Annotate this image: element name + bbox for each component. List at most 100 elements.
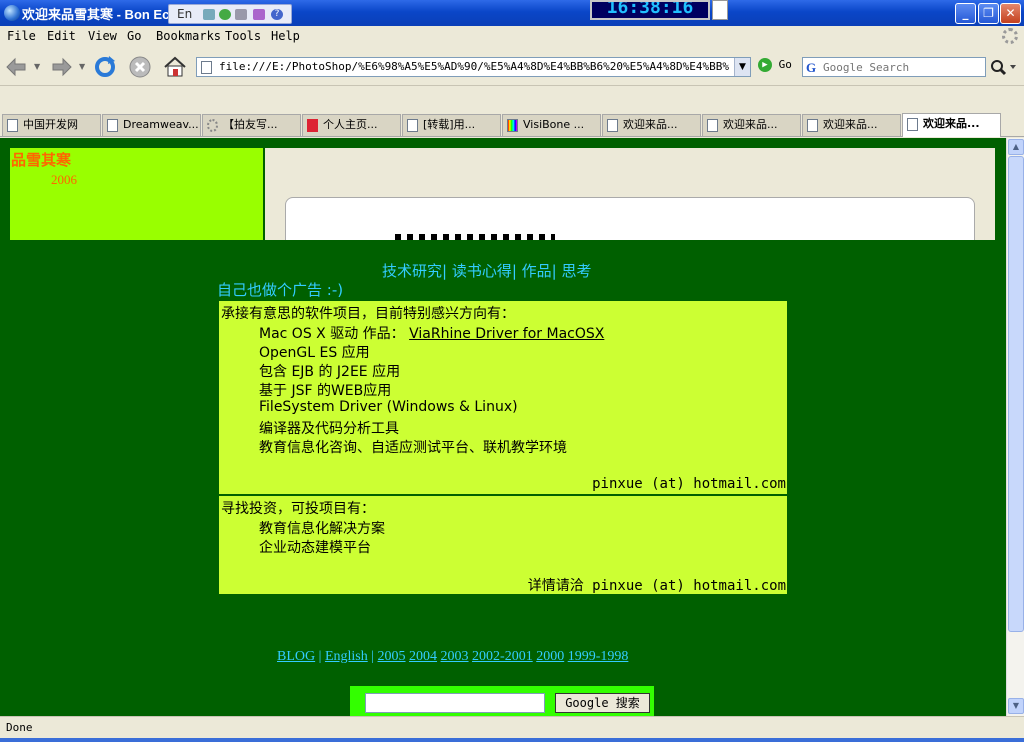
tab-3[interactable]: 【拍友写... <box>202 114 301 136</box>
go-arrow-icon: ▶ <box>758 58 772 72</box>
document-icon <box>107 119 118 132</box>
tab-4[interactable]: 个人主页... <box>302 114 401 136</box>
menu-bookmarks[interactable]: Bookmarks <box>156 29 221 43</box>
services-line: 教育信息化咨询、自适应测试平台、联机教学环境 <box>259 440 567 456</box>
stop-button[interactable] <box>127 54 153 80</box>
menu-tools[interactable]: Tools <box>225 29 261 43</box>
tab-5[interactable]: [转载]用... <box>402 114 501 136</box>
services-box: 承接有意思的软件项目，目前特别感兴方向有： Mac OS X 驱动 作品： Vi… <box>219 301 787 494</box>
site-name: 品雪其寒 <box>11 151 72 169</box>
back-dropdown-icon[interactable]: ▼ <box>34 62 40 71</box>
menu-go[interactable]: Go <box>127 29 141 43</box>
scroll-thumb[interactable] <box>1008 156 1024 632</box>
bookmarks-toolbar <box>0 87 1024 111</box>
page-document-icon <box>201 61 212 74</box>
ime-language-label[interactable]: En <box>177 7 192 21</box>
clock-handle[interactable] <box>712 0 728 20</box>
forward-arrow-icon <box>52 57 72 77</box>
tab-9[interactable]: 欢迎来品... <box>802 114 901 136</box>
close-window-button[interactable]: ✕ <box>1000 3 1021 24</box>
tab-10-active[interactable]: 欢迎来品... <box>902 113 1001 137</box>
document-icon <box>407 119 418 132</box>
ad-heading: 自己也做个广告 :-) <box>217 281 344 299</box>
back-arrow-icon <box>6 57 26 77</box>
ime-toolbar[interactable]: En ? <box>168 4 292 24</box>
google-search-button[interactable]: Google 搜索 <box>555 693 650 713</box>
url-input[interactable]: file:///E:/PhotoShop/%E6%98%A5%E5%AD%90/… <box>219 60 729 73</box>
menu-bar: File Edit View Go Bookmarks Tools Help <box>0 26 1024 48</box>
google-engine-icon[interactable]: G <box>806 60 816 76</box>
ime-menu-icon[interactable] <box>253 9 265 20</box>
url-bar[interactable]: file:///E:/PhotoShop/%E6%98%A5%E5%AD%90/… <box>196 57 751 77</box>
services-title: 承接有意思的软件项目，目前特别感兴方向有： <box>221 306 515 322</box>
year-link-2005[interactable]: 2005 <box>378 649 406 664</box>
services-line: 基于 JSF 的WEB应用 <box>259 383 392 399</box>
forward-button[interactable] <box>48 54 74 80</box>
back-button[interactable] <box>4 54 30 80</box>
go-label: Go <box>778 58 792 71</box>
menu-file[interactable]: File <box>7 29 36 43</box>
taskbar-edge <box>0 738 1024 742</box>
tab-6[interactable]: VisiBone ... <box>502 114 601 136</box>
site-banner: 品雪其寒 2006 <box>10 148 263 240</box>
window-title: 欢迎来品雪其寒 - Bon Echo <box>22 7 186 22</box>
minimize-button[interactable]: _ <box>955 3 976 24</box>
search-button[interactable] <box>986 57 1020 77</box>
blog-link[interactable]: BLOG <box>277 649 315 664</box>
tab-1[interactable]: 中国开发网 <box>2 114 101 136</box>
tab-7[interactable]: 欢迎来品... <box>602 114 701 136</box>
url-history-dropdown[interactable]: ▼ <box>734 58 750 76</box>
ime-keyboard-icon[interactable] <box>235 9 247 20</box>
favicon-z-icon <box>307 119 318 132</box>
google-search-input[interactable] <box>365 693 545 713</box>
maximize-button[interactable]: ❐ <box>978 3 999 24</box>
document-icon <box>807 119 818 132</box>
investment-box: 寻找投资，可投项目有： 教育信息化解决方案 企业动态建模平台 详情请洽 pinx… <box>219 496 787 594</box>
go-button[interactable]: ▶ Go <box>758 58 792 72</box>
search-bar[interactable]: G <box>802 57 986 77</box>
viarhine-driver-link[interactable]: ViaRhine Driver for MacOSX <box>409 326 604 342</box>
visibone-color-icon <box>507 119 518 132</box>
status-text: Done <box>6 721 33 734</box>
services-line: 包含 EJB 的 J2EE 应用 <box>259 364 401 380</box>
browser-app-icon[interactable] <box>4 5 20 21</box>
stop-icon <box>129 56 151 78</box>
scroll-down-arrow-icon[interactable]: ▼ <box>1008 698 1024 714</box>
reload-button[interactable] <box>92 54 118 80</box>
menu-edit[interactable]: Edit <box>47 29 76 43</box>
ime-help-icon[interactable]: ? <box>271 9 283 20</box>
document-icon <box>707 119 718 132</box>
menu-view[interactable]: View <box>88 29 117 43</box>
menu-help[interactable]: Help <box>271 29 300 43</box>
scroll-up-arrow-icon[interactable]: ▲ <box>1008 139 1024 155</box>
activity-throbber-icon <box>1002 28 1018 44</box>
year-link-2003[interactable]: 2003 <box>441 649 469 664</box>
desktop-clock: 16:38:16 <box>590 0 710 20</box>
year-link-2000[interactable]: 2000 <box>536 649 564 664</box>
title-bar: 欢迎来品雪其寒 - Bon Echo En ? 16:38:16 _ ❐ ✕ <box>0 0 1024 26</box>
banner-frame <box>265 148 995 240</box>
document-icon <box>7 119 18 132</box>
english-link[interactable]: English <box>325 649 368 664</box>
services-line: 编译器及代码分析工具 <box>259 421 399 437</box>
banner-inner-panel <box>285 197 975 240</box>
services-line: FileSystem Driver (Windows & Linux) <box>259 399 518 415</box>
year-link-2002-2001[interactable]: 2002-2001 <box>472 649 533 664</box>
search-input[interactable] <box>821 59 983 75</box>
ime-punct-icon[interactable] <box>203 9 215 20</box>
vertical-scrollbar[interactable]: ▲ ▼ <box>1006 138 1024 716</box>
section-nav[interactable]: 技术研究| 读书心得| 作品| 思考 <box>382 260 591 281</box>
home-button[interactable] <box>162 54 188 80</box>
banner-cut-text <box>395 234 555 240</box>
tab-2[interactable]: Dreamweav... <box>102 114 201 136</box>
year-link-1999-1998[interactable]: 1999-1998 <box>568 649 629 664</box>
loading-icon <box>207 119 218 132</box>
year-link-2004[interactable]: 2004 <box>409 649 437 664</box>
home-icon <box>164 56 186 77</box>
tab-8[interactable]: 欢迎来品... <box>702 114 801 136</box>
investment-contact: 详情请洽 pinxue (at) hotmail.com <box>527 578 786 594</box>
tab-bar: 中国开发网 Dreamweav... 【拍友写... 个人主页... [转载]用… <box>0 111 1024 243</box>
investment-title: 寻找投资，可投项目有： <box>221 501 375 517</box>
ime-moon-icon[interactable] <box>219 9 231 20</box>
forward-dropdown-icon[interactable]: ▼ <box>79 62 85 71</box>
